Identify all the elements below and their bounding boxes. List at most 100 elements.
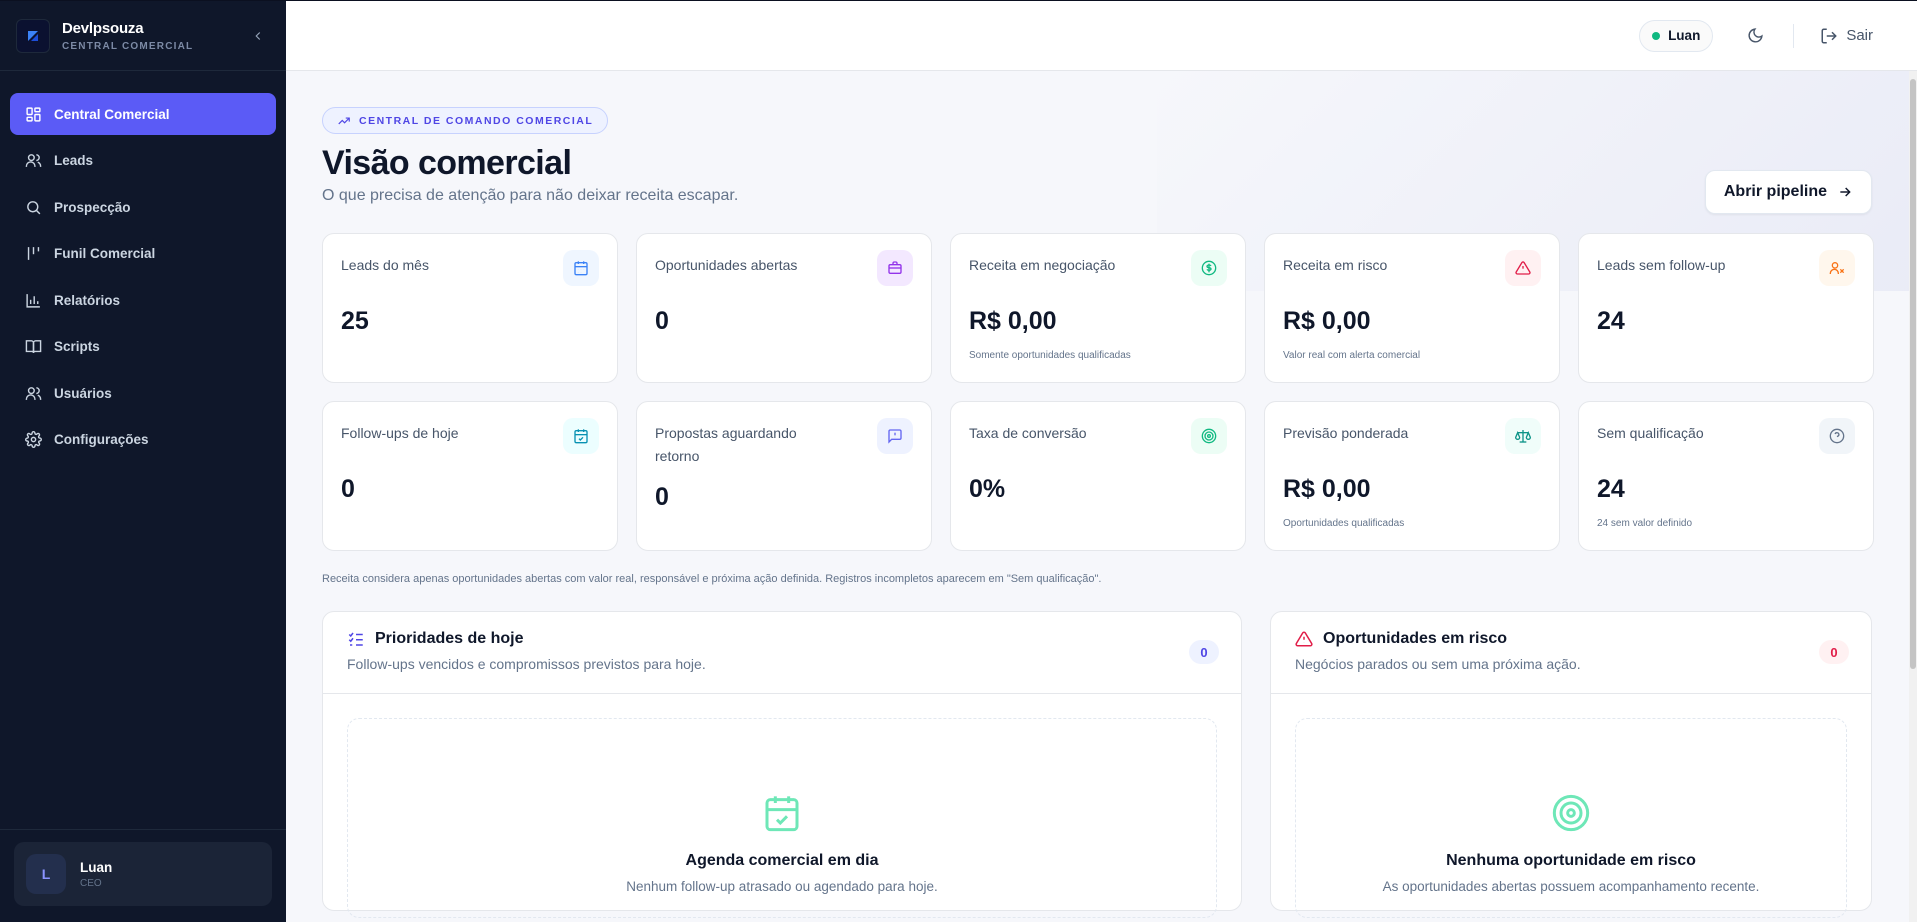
- kpi-label: Follow-ups de hoje: [341, 425, 459, 441]
- user-status-pill[interactable]: Luan: [1639, 19, 1714, 52]
- sidebar-item-scripts[interactable]: Scripts: [10, 326, 276, 368]
- open-pipeline-label: Abrir pipeline: [1723, 183, 1827, 200]
- risk-count-badge: 0: [1819, 640, 1849, 664]
- user-card[interactable]: L Luan CEO: [14, 842, 272, 906]
- theme-toggle-button[interactable]: [1743, 24, 1767, 48]
- page-subtitle: O que precisa de atenção para não deixar…: [322, 187, 739, 204]
- sidebar-item-funil-comercial[interactable]: Funil Comercial: [10, 233, 276, 275]
- brand-text: Devlpsouza CENTRAL COMERCIAL: [62, 20, 193, 52]
- dashboard-content: CENTRAL DE COMANDO COMERCIAL Visão comer…: [322, 107, 1874, 918]
- dollar-icon: [1191, 250, 1227, 286]
- sidebar-item-configuracoes[interactable]: Configurações: [10, 419, 276, 461]
- user-name: Luan: [80, 859, 113, 875]
- sidebar: Devlpsouza CENTRAL COMERCIAL Central Com…: [0, 1, 286, 922]
- kpi-note: 24 sem valor definido: [1597, 518, 1693, 529]
- search-icon: [24, 198, 42, 216]
- brand-logo-icon: [16, 18, 50, 53]
- kpi-value: 0: [655, 307, 669, 335]
- help-circle-icon: [1819, 418, 1855, 454]
- priorities-panel-subtitle: Follow-ups vencidos e compromissos previ…: [347, 656, 706, 672]
- kpi-label: Receita em risco: [1283, 257, 1388, 273]
- sidebar-item-usuarios[interactable]: Usuários: [10, 372, 276, 414]
- kpi-value: R$ 0,00: [1283, 307, 1371, 335]
- revenue-footnote: Receita considera apenas oportunidades a…: [322, 573, 1102, 585]
- message-alert-icon: [877, 418, 913, 454]
- priorities-empty-state: Agenda comercial em dia Nenhum follow-up…: [347, 718, 1217, 918]
- section-tag: CENTRAL DE COMANDO COMERCIAL: [322, 107, 609, 134]
- panels-row: Prioridades de hoje Follow-ups vencidos …: [322, 611, 1872, 918]
- sidebar-item-leads[interactable]: Leads: [10, 140, 276, 182]
- brand-name: Devlpsouza: [62, 19, 144, 37]
- sidebar-item-label: Central Comercial: [54, 106, 170, 122]
- logout-icon: [1821, 28, 1838, 43]
- trending-up-icon: [338, 117, 350, 124]
- scale-icon: [1505, 418, 1541, 454]
- kpi-card-follow-ups-de-hoje[interactable]: Follow-ups de hoje 0: [322, 401, 618, 551]
- sidebar-item-label: Prospecção: [54, 199, 131, 215]
- calendar-check-icon: [563, 418, 599, 454]
- users-icon: [24, 384, 42, 402]
- dashboard-icon: [24, 105, 42, 123]
- kpi-note: Somente oportunidades qualificadas: [969, 350, 1131, 361]
- risk-panel-title: Oportunidades em risco: [1295, 630, 1847, 648]
- sidebar-item-label: Relatórios: [54, 292, 121, 308]
- section-tag-label: CENTRAL DE COMANDO COMERCIAL: [359, 114, 594, 127]
- priorities-title-text: Prioridades de hoje: [375, 630, 524, 647]
- kpi-label: Taxa de conversão: [969, 425, 1087, 441]
- calendar-icon: [563, 250, 599, 286]
- priorities-panel: Prioridades de hoje Follow-ups vencidos …: [322, 611, 1242, 918]
- kpi-label: Leads sem follow-up: [1597, 257, 1726, 273]
- page-title: Visão comercial: [322, 144, 572, 182]
- sidebar-item-relatorios[interactable]: Relatórios: [10, 279, 276, 321]
- priorities-count-badge: 0: [1189, 640, 1219, 664]
- risk-panel: Oportunidades em risco Negócios parados …: [1270, 611, 1872, 918]
- kpi-value: 25: [341, 307, 369, 335]
- kpi-label: Leads do mês: [341, 257, 429, 273]
- user-pill-label: Luan: [1668, 28, 1701, 43]
- users-icon: [24, 152, 42, 170]
- collapse-sidebar-button[interactable]: [246, 24, 270, 48]
- sidebar-item-prospeccao[interactable]: Prospecção: [10, 186, 276, 228]
- user-info: Luan CEO: [66, 860, 112, 889]
- brand-subtitle: CENTRAL COMERCIAL: [62, 40, 194, 52]
- app-root: Devlpsouza CENTRAL COMERCIAL Central Com…: [0, 0, 1917, 922]
- open-pipeline-button[interactable]: Abrir pipeline: [1704, 170, 1872, 214]
- kpi-card-leads-sem-follow-up[interactable]: Leads sem follow-up 24: [1578, 233, 1874, 383]
- logout-label: Sair: [1846, 27, 1873, 44]
- kpi-card-receita-em-negociacao[interactable]: Receita em negociação R$ 0,00 Somente op…: [950, 233, 1246, 383]
- risk-empty-state: Nenhuma oportunidade em risco As oportun…: [1295, 718, 1847, 918]
- kpi-card-leads-do-mes[interactable]: Leads do mês 25: [322, 233, 618, 383]
- kpi-card-previsao-ponderada[interactable]: Previsão ponderada R$ 0,00 Oportunidades…: [1264, 401, 1560, 551]
- user-role: CEO: [80, 877, 102, 889]
- risk-panel-subtitle: Negócios parados ou sem uma próxima ação…: [1295, 656, 1581, 672]
- brand-header: Devlpsouza CENTRAL COMERCIAL: [0, 1, 286, 71]
- logout-button[interactable]: Sair: [1820, 27, 1873, 45]
- topbar-divider: [1793, 23, 1795, 48]
- scrollbar-thumb[interactable]: [1910, 79, 1916, 669]
- kpi-card-taxa-de-conversao[interactable]: Taxa de conversão 0%: [950, 401, 1246, 551]
- kpi-card-propostas-aguardando-retorno[interactable]: Propostas aguardando retorno 0: [636, 401, 932, 551]
- kpi-value: 0%: [969, 475, 1006, 503]
- kpi-note: Oportunidades qualificadas: [1283, 518, 1405, 529]
- kpi-value: R$ 0,00: [969, 307, 1057, 335]
- sidebar-nav: Central Comercial Leads Prospecção Funil…: [0, 71, 286, 465]
- kpi-label: Previsão ponderada: [1283, 425, 1409, 441]
- vertical-scrollbar[interactable]: [1909, 71, 1917, 922]
- sidebar-item-central-comercial[interactable]: Central Comercial: [10, 93, 276, 135]
- kpi-label: Oportunidades abertas: [655, 257, 798, 273]
- kpi-card-sem-qualificacao[interactable]: Sem qualificação 24 24 sem valor definid…: [1578, 401, 1874, 551]
- briefcase-icon: [877, 250, 913, 286]
- kpi-value: 0: [341, 475, 355, 503]
- kpi-grid: Leads do mês 25 Oportunidades abertas 0: [322, 233, 1874, 551]
- sidebar-footer: L Luan CEO: [0, 829, 286, 922]
- kpi-label: Propostas aguardando retorno: [655, 425, 797, 464]
- priorities-empty-subtitle: Nenhum follow-up atrasado ou agendado pa…: [626, 879, 938, 894]
- priorities-panel-title: Prioridades de hoje: [347, 630, 1217, 648]
- calendar-check-icon: [765, 796, 799, 832]
- kpi-card-oportunidades-abertas[interactable]: Oportunidades abertas 0: [636, 233, 932, 383]
- arrow-right-icon: [1840, 187, 1851, 197]
- kpi-card-receita-em-risco[interactable]: Receita em risco R$ 0,00 Valor real com …: [1264, 233, 1560, 383]
- risk-empty-title: Nenhuma oportunidade em risco: [1446, 852, 1696, 869]
- chevron-left-icon: [255, 31, 261, 40]
- avatar: L: [26, 854, 66, 894]
